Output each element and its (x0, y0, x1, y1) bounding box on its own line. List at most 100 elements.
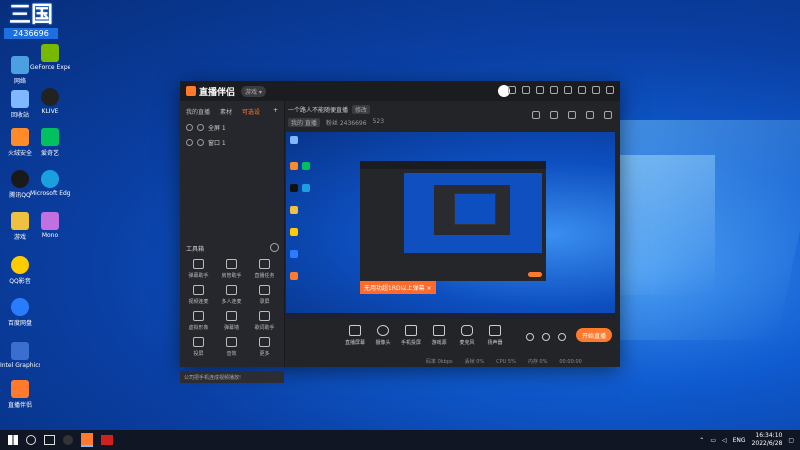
room-info: 一个路人不能随便直播 修改 我的 直播 粉丝 2436696 523 (288, 105, 384, 127)
volume-icon[interactable]: ◁ (722, 437, 727, 444)
share-icon[interactable] (604, 111, 612, 119)
record-video-icon[interactable] (526, 333, 534, 341)
live-app-icon (11, 380, 29, 398)
desktop-icon-live[interactable]: 直播伴侣 (0, 380, 40, 409)
speaker-button[interactable]: 扬声器 (481, 325, 509, 346)
tool-danmu-wall[interactable]: 弹幕墙 (215, 311, 248, 331)
message-icon[interactable] (522, 86, 530, 94)
tool-record[interactable]: 录屏 (248, 285, 281, 305)
start-live-button[interactable]: 开始直播 (576, 328, 612, 342)
tool-avatar[interactable]: 虚拟形象 (182, 311, 215, 331)
menu-icon[interactable] (564, 86, 572, 94)
dropframe-status: 丢帧 0% (464, 359, 485, 365)
notice-banner[interactable]: 无用功超1RD以上弹幕 × (360, 281, 436, 294)
network-tray-icon[interactable]: ▭ (710, 437, 716, 444)
search-icon[interactable] (26, 435, 36, 445)
tool-more[interactable]: 更多 (248, 337, 281, 357)
tool-sound[interactable]: 音效 (215, 337, 248, 357)
chat-icon[interactable] (568, 111, 576, 119)
phone-cast-button[interactable]: 手机投屏 (397, 325, 425, 346)
desktop-icon-baidu[interactable]: 百度网盘 (0, 298, 40, 327)
gift-icon[interactable] (508, 86, 516, 94)
windows-start-icon[interactable] (8, 435, 18, 445)
monitor-icon (349, 325, 361, 336)
source-item[interactable]: 全屏 1 (180, 120, 284, 135)
avatar-icon (193, 311, 204, 321)
source-controls: 直播屏幕 摄像头 手机投屏 游戏源 麦克风 扬声器 (341, 325, 509, 346)
minimize-icon[interactable] (578, 86, 586, 94)
left-panel: 我的直播 素材 可选设 + 全屏 1 窗口 1 工具箱 弹幕助手 房管助手 直播… (180, 101, 285, 383)
screen-capture-button[interactable]: 直播屏幕 (341, 325, 369, 346)
source-item[interactable]: 窗口 1 (180, 135, 284, 150)
bitrate-status: 码率 0kbps (426, 359, 453, 365)
shop-icon[interactable] (550, 111, 558, 119)
settings-icon[interactable] (536, 86, 544, 94)
status-bar: 码率 0kbps 丢帧 0% CPU 5% 内存 0% 00:00:00 (286, 356, 620, 367)
microphone-button[interactable]: 麦克风 (453, 325, 481, 346)
tab-my-live[interactable]: 我的直播 (186, 107, 210, 116)
camera-button[interactable]: 摄像头 (369, 325, 397, 346)
tool-admin[interactable]: 房管助手 (215, 259, 248, 279)
multi-link-icon (226, 285, 237, 295)
live-companion-taskbar-icon[interactable] (81, 433, 93, 447)
eye-icon[interactable] (186, 124, 193, 131)
tool-danmu[interactable]: 弹幕助手 (182, 259, 215, 279)
video-taskbar-icon[interactable] (101, 435, 113, 445)
klive-taskbar-icon[interactable] (63, 435, 73, 445)
nested-window-2 (434, 185, 510, 235)
source-tabs: 我的直播 素材 可选设 + (180, 101, 284, 120)
tool-cast[interactable]: 投屏 (182, 337, 215, 357)
notification-icon[interactable]: ▢ (788, 437, 794, 444)
desktop-icon-edge[interactable]: Microsoft Edge (30, 170, 70, 197)
lock-icon[interactable] (197, 139, 204, 146)
preview-desktop-icon (290, 206, 298, 214)
cloud-icon (11, 298, 29, 316)
edit-room-button[interactable]: 修改 (352, 105, 371, 114)
tool-multi-link[interactable]: 多人连麦 (215, 285, 248, 305)
gift-box-icon[interactable] (532, 111, 540, 119)
gear-icon[interactable] (558, 333, 566, 341)
window-controls (508, 86, 614, 94)
control-bar: 直播屏幕 摄像头 手机投屏 游戏源 麦克风 扬声器 开始直播 (286, 321, 620, 355)
maximize-icon[interactable] (592, 86, 600, 94)
close-icon[interactable] (606, 86, 614, 94)
lock-icon[interactable] (197, 124, 204, 131)
cast-icon (193, 337, 204, 347)
more-icon[interactable] (270, 243, 279, 252)
danmu-icon (193, 259, 204, 269)
tool-video-link[interactable]: 视频连麦 (182, 285, 215, 305)
desktop-icon-klive[interactable]: KLIVE (30, 88, 70, 115)
eye-preview-icon[interactable] (542, 333, 550, 341)
preview-desktop-icon (290, 184, 298, 192)
task-view-icon[interactable] (44, 435, 55, 445)
tool-task[interactable]: 直播任务 (248, 259, 281, 279)
desktop-icon-intel[interactable]: Intel Graphics (0, 342, 40, 369)
tool-lyrics[interactable]: 歌词助手 (248, 311, 281, 331)
shield-icon (11, 128, 29, 146)
preview-taskbar (286, 313, 615, 319)
stream-preview[interactable] (286, 132, 615, 319)
desktop-icon-mono[interactable]: Mono (30, 212, 70, 239)
clock[interactable]: 16:34:10 2022/6/28 (752, 432, 783, 448)
desktop-icon-geforce[interactable]: GeForce Experience (30, 44, 70, 71)
tip-bar[interactable]: 公司把手机连成视频播放! (180, 371, 284, 383)
language-indicator[interactable]: ENG (733, 437, 746, 444)
add-source-button[interactable]: + (273, 107, 278, 116)
category-badge[interactable]: 游戏 ▾ (241, 85, 266, 97)
taskbar: ⌃ ▭ ◁ ENG 16:34:10 2022/6/28 ▢ (0, 430, 800, 450)
chevron-up-icon[interactable]: ⌃ (699, 437, 704, 444)
speaker-icon (489, 325, 501, 336)
game-source-button[interactable]: 游戏源 (425, 325, 453, 346)
desktop-icon-iqiyi[interactable]: 爱奇艺 (30, 128, 70, 157)
folder-icon (11, 212, 29, 230)
qqplayer-icon (11, 256, 29, 274)
desktop-icon-qqplayer[interactable]: QQ影音 (0, 256, 40, 285)
tab-material[interactable]: 素材 (220, 107, 232, 116)
tab-optional[interactable]: 可选设 (242, 107, 260, 116)
bell-icon[interactable] (586, 111, 594, 119)
preview-desktop-icon (290, 250, 298, 258)
toolbox-title: 工具箱 (186, 246, 205, 253)
cpu-status: CPU 5% (496, 358, 516, 365)
eye-icon[interactable] (186, 139, 193, 146)
skin-icon[interactable] (550, 86, 558, 94)
